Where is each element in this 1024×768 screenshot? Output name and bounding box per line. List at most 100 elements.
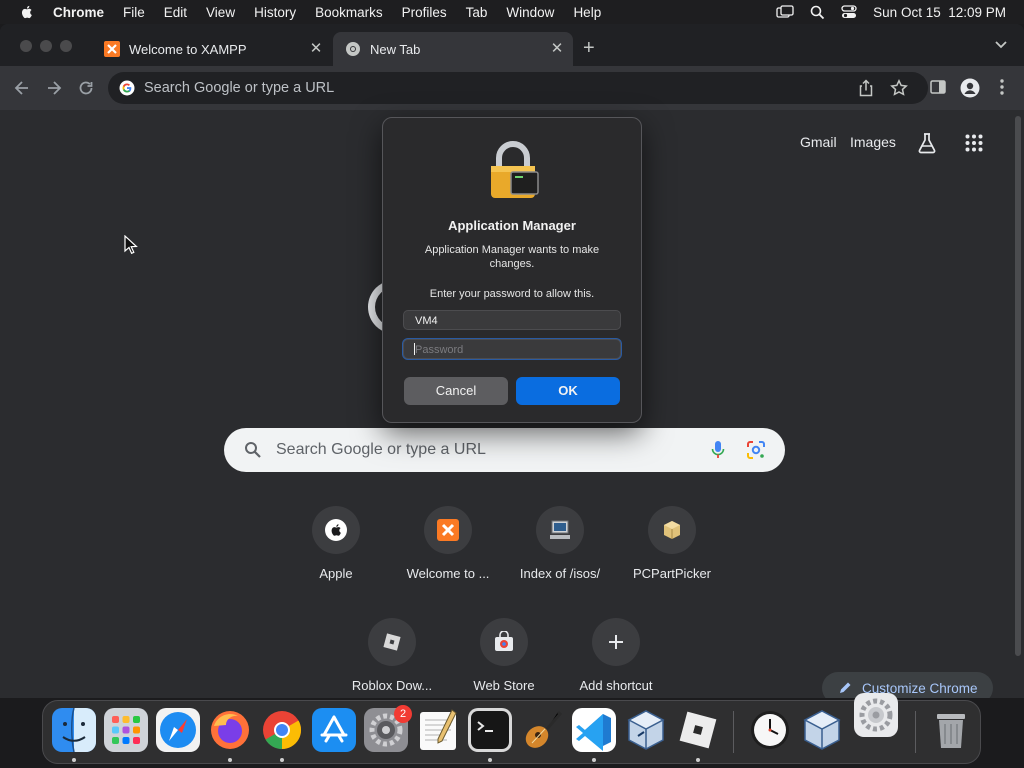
running-indicator bbox=[228, 758, 232, 762]
running-indicator bbox=[696, 758, 700, 762]
close-window-button[interactable] bbox=[20, 40, 32, 52]
tab-search-chevron-icon[interactable] bbox=[994, 40, 1008, 50]
forward-icon[interactable] bbox=[44, 78, 64, 98]
dock-separator bbox=[733, 711, 734, 753]
menubar-clock[interactable]: Sun Oct 15 12:09 PM bbox=[873, 5, 1006, 20]
minimize-window-button[interactable] bbox=[40, 40, 52, 52]
tab-welcome-to-xampp[interactable]: Welcome to XAMPP ✕ bbox=[92, 32, 332, 66]
control-center-icon[interactable] bbox=[841, 5, 857, 19]
apple-menu-icon[interactable] bbox=[19, 4, 35, 20]
dock-app-store[interactable] bbox=[312, 708, 356, 752]
box-icon bbox=[664, 521, 680, 539]
google-apps-grid-icon[interactable] bbox=[965, 134, 983, 152]
new-tab-button[interactable]: + bbox=[583, 38, 595, 58]
ntp-search-box[interactable]: Search Google or type a URL bbox=[224, 428, 785, 472]
dock-virtualbox-vm[interactable] bbox=[800, 708, 844, 752]
close-tab-icon[interactable]: ✕ bbox=[549, 41, 565, 57]
dock-firefox[interactable] bbox=[208, 708, 252, 752]
gmail-link[interactable]: Gmail bbox=[800, 134, 837, 150]
safari-compass-icon bbox=[156, 708, 200, 752]
dock-visual-studio-code[interactable] bbox=[572, 708, 616, 752]
dock-instruments[interactable] bbox=[520, 708, 564, 752]
dock-terminal[interactable] bbox=[468, 708, 512, 752]
textedit-icon bbox=[420, 709, 457, 750]
shortcut-label: PCPartPicker bbox=[632, 566, 712, 581]
dock-launchpad[interactable] bbox=[104, 708, 148, 752]
username-field[interactable]: VM4 bbox=[403, 310, 621, 330]
shortcut-index-of-isos[interactable]: Index of /isos/ bbox=[504, 506, 616, 610]
share-icon[interactable] bbox=[858, 79, 874, 97]
dock-system-settings[interactable]: 2 bbox=[364, 705, 412, 752]
zoom-window-button[interactable] bbox=[60, 40, 72, 52]
bookmark-star-icon[interactable] bbox=[890, 79, 908, 97]
menu-bookmarks[interactable]: Bookmarks bbox=[315, 5, 383, 20]
screen-mirroring-icon[interactable] bbox=[776, 5, 794, 19]
spotlight-search-icon[interactable] bbox=[810, 5, 825, 20]
close-tab-icon[interactable]: ✕ bbox=[308, 41, 324, 57]
address-bar-placeholder: Search Google or type a URL bbox=[144, 80, 335, 96]
dock-system-preferences[interactable] bbox=[854, 693, 898, 737]
dock-roblox[interactable] bbox=[676, 708, 720, 752]
google-icon bbox=[119, 80, 135, 96]
trash-icon bbox=[937, 714, 965, 748]
side-panel-icon[interactable] bbox=[929, 78, 947, 96]
password-field[interactable] bbox=[403, 339, 621, 359]
menu-view[interactable]: View bbox=[206, 5, 235, 20]
page-scrollbar[interactable] bbox=[1012, 110, 1024, 698]
virtualbox-cube-icon bbox=[803, 710, 841, 750]
scrollbar-thumb[interactable] bbox=[1015, 116, 1021, 656]
dock-virtualbox[interactable] bbox=[624, 708, 668, 752]
shortcut-roblox-download[interactable]: Roblox Dow... bbox=[336, 618, 448, 698]
password-input[interactable] bbox=[415, 344, 605, 356]
menu-help[interactable]: Help bbox=[573, 5, 601, 20]
dock-textedit[interactable] bbox=[416, 708, 460, 752]
cancel-button[interactable]: Cancel bbox=[404, 377, 508, 405]
menu-edit[interactable]: Edit bbox=[164, 5, 187, 20]
tab-strip: Welcome to XAMPP ✕ New Tab ✕ + bbox=[0, 24, 1024, 66]
terminal-icon bbox=[468, 708, 512, 752]
menu-history[interactable]: History bbox=[254, 5, 296, 20]
add-shortcut-button[interactable]: Add shortcut bbox=[560, 618, 672, 698]
dock-trash[interactable] bbox=[929, 708, 973, 752]
address-bar[interactable]: Search Google or type a URL bbox=[108, 72, 928, 104]
shortcut-icon-bg bbox=[312, 506, 360, 554]
ok-button[interactable]: OK bbox=[516, 377, 620, 405]
shortcut-label: Welcome to ... bbox=[406, 566, 490, 581]
menu-window[interactable]: Window bbox=[506, 5, 554, 20]
reload-icon[interactable] bbox=[76, 78, 96, 98]
customize-chrome-button[interactable]: Customize Chrome bbox=[822, 672, 993, 698]
dock-finder[interactable] bbox=[52, 707, 96, 753]
profile-avatar-icon[interactable] bbox=[960, 78, 980, 98]
voice-search-mic-icon[interactable] bbox=[711, 440, 725, 460]
google-lens-icon[interactable] bbox=[746, 440, 766, 460]
launchpad-icon bbox=[104, 708, 148, 752]
menu-app-name[interactable]: Chrome bbox=[53, 5, 104, 20]
shortcut-welcome-to-xampp[interactable]: Welcome to ... bbox=[392, 506, 504, 610]
shortcut-icon-bg bbox=[368, 618, 416, 666]
shortcut-label: Roblox Dow... bbox=[351, 678, 433, 693]
dock-safari[interactable] bbox=[156, 708, 200, 752]
mouse-pointer-icon bbox=[124, 235, 138, 255]
dialog-message: Application Manager wants to make change… bbox=[424, 244, 600, 270]
virtualbox-cube-icon bbox=[627, 710, 665, 750]
firefox-icon bbox=[211, 711, 249, 749]
images-link[interactable]: Images bbox=[850, 134, 896, 150]
menu-tab[interactable]: Tab bbox=[466, 5, 488, 20]
shortcut-web-store[interactable]: Web Store bbox=[448, 618, 560, 698]
tab-new-tab[interactable]: New Tab ✕ bbox=[333, 32, 573, 66]
google-chrome-icon bbox=[263, 711, 302, 750]
app-store-icon bbox=[312, 708, 356, 752]
dock-google-chrome[interactable] bbox=[260, 708, 304, 752]
shortcut-pcpartpicker[interactable]: PCPartPicker bbox=[616, 506, 728, 610]
shortcut-apple[interactable]: Apple bbox=[280, 506, 392, 610]
menu-file[interactable]: File bbox=[123, 5, 145, 20]
dock-clock[interactable] bbox=[748, 708, 792, 752]
text-caret bbox=[414, 343, 415, 355]
xampp-icon bbox=[104, 41, 120, 57]
back-icon[interactable] bbox=[12, 78, 32, 98]
chrome-menu-icon[interactable] bbox=[998, 78, 1006, 96]
menu-profiles[interactable]: Profiles bbox=[402, 5, 447, 20]
plus-icon bbox=[609, 635, 623, 649]
chrome-labs-flask-icon[interactable] bbox=[916, 132, 938, 154]
tab-title: New Tab bbox=[370, 41, 421, 57]
